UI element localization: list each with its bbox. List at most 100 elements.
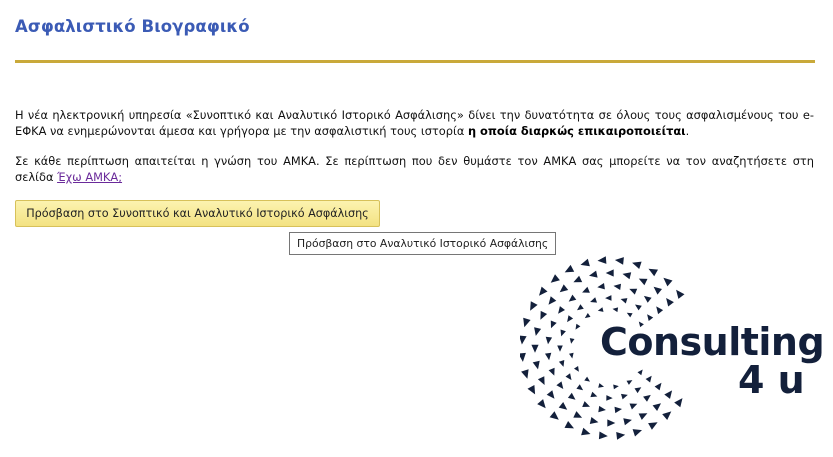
intro-bold-text: η οποία διαρκώς επικαιροποιείται xyxy=(467,124,686,138)
logo-triangle xyxy=(545,336,553,345)
logo-triangle xyxy=(632,261,642,269)
logo-triangle xyxy=(626,312,633,318)
logo-triangle xyxy=(520,335,527,345)
logo-triangle xyxy=(643,394,651,402)
intro-text: Η νέα ηλεκτρονική υπηρεσία «Συνοπτικό κα… xyxy=(15,108,814,138)
logo-triangle xyxy=(530,301,538,311)
logo-triangle xyxy=(637,369,643,376)
logo-wordmark: Consulting xyxy=(600,320,825,364)
logo-triangle xyxy=(648,422,658,430)
logo-triangle xyxy=(567,392,576,400)
logo-triangle xyxy=(598,383,604,388)
logo-triangle xyxy=(654,382,662,391)
logo-triangle xyxy=(676,289,685,299)
logo-triangle xyxy=(567,315,574,323)
logo-triangle xyxy=(582,401,590,407)
logo-triangle xyxy=(613,283,621,290)
logo-triangle xyxy=(629,403,638,410)
logo-triangle xyxy=(559,284,569,293)
logo-triangle xyxy=(540,310,548,320)
logo-triangle xyxy=(605,295,612,301)
logo-triangle xyxy=(574,366,579,372)
logo-triangle xyxy=(622,272,632,280)
logo-triangle xyxy=(531,344,539,353)
logo-triangle xyxy=(549,411,559,420)
logo-triangle xyxy=(520,352,526,362)
logo-triangle xyxy=(521,369,529,379)
logo-triangle xyxy=(674,398,683,408)
logo-triangle xyxy=(548,296,557,305)
logo-triangle xyxy=(575,323,581,330)
logo-triangle xyxy=(565,373,572,381)
logo-triangle xyxy=(597,256,607,264)
page-title: Ασφαλιστικό Βιογραφικό xyxy=(15,17,250,36)
logo-triangle xyxy=(584,376,590,382)
logo-triangle xyxy=(663,277,673,287)
logo-triangle xyxy=(550,274,560,283)
logo-triangle xyxy=(614,406,622,414)
logo-triangle xyxy=(557,345,563,352)
access-button-tooltip: Πρόσβαση στο Αναλυτικό Ιστορικό Ασφάλιση… xyxy=(289,232,557,255)
logo-triangle xyxy=(597,283,605,290)
logo-triangle xyxy=(638,413,648,420)
logo-triangle xyxy=(573,275,583,283)
logo-triangle xyxy=(523,317,531,328)
logo-triangle xyxy=(589,270,598,278)
logo-triangle xyxy=(576,384,584,391)
logo-triangle xyxy=(584,313,591,319)
logo-triangle xyxy=(621,393,628,400)
logo-triangle xyxy=(605,269,614,277)
logo-triangle xyxy=(558,306,565,314)
logo-triangle xyxy=(666,298,674,307)
logo-triangle xyxy=(527,385,536,395)
logo-triangle xyxy=(632,429,642,437)
logo-triangle xyxy=(558,360,565,367)
logo-triangle xyxy=(581,427,591,436)
logo-triangle xyxy=(537,376,545,385)
logo-triangle xyxy=(648,268,658,277)
amka-paragraph: Σε κάθε περίπτωση απαιτείται η γνώση του… xyxy=(15,153,814,185)
logo-triangle xyxy=(548,367,555,376)
logo-triangle xyxy=(662,411,672,420)
logo-triangle xyxy=(546,390,555,399)
logo-triangle xyxy=(556,381,564,389)
amka-text: Σε κάθε περίπτωση απαιτείται η γνώση του… xyxy=(15,154,814,184)
logo-triangle xyxy=(534,327,542,336)
logo-triangle xyxy=(623,418,632,426)
logo-triangle xyxy=(645,375,652,383)
logo-triangle xyxy=(656,306,664,315)
have-amka-link[interactable]: Έχω ΑΜΚΑ; xyxy=(57,170,122,184)
logo-triangle xyxy=(629,288,638,295)
logo-triangle xyxy=(589,417,599,424)
logo-triangle xyxy=(568,294,577,302)
logo-subtext: 4 u xyxy=(738,358,805,402)
logo-triangle xyxy=(590,297,597,303)
logo-triangle xyxy=(558,402,568,410)
logo-triangle xyxy=(598,405,606,413)
logo-triangle xyxy=(606,395,613,401)
logo-triangle xyxy=(573,411,583,418)
logo-triangle xyxy=(580,258,590,267)
logo-triangle xyxy=(598,431,608,440)
logo-triangle xyxy=(532,360,540,370)
logo-triangle xyxy=(577,304,584,311)
logo-triangle xyxy=(607,419,616,427)
logo-triangle xyxy=(635,304,642,311)
title-divider xyxy=(15,60,815,63)
logo-triangle xyxy=(620,298,628,304)
logo-triangle xyxy=(643,295,652,303)
logo-triangle xyxy=(560,329,566,337)
logo-triangle xyxy=(613,384,619,390)
logo-triangle xyxy=(626,380,633,385)
logo-triangle xyxy=(653,286,662,295)
logo-triangle xyxy=(564,264,575,273)
intro-period: . xyxy=(685,124,690,138)
logo-triangle xyxy=(590,391,598,398)
logo-triangle xyxy=(582,286,590,293)
logo-triangle xyxy=(550,320,557,329)
logo-triangle xyxy=(612,307,619,313)
logo-triangle xyxy=(638,278,648,286)
access-history-button[interactable]: Πρόσβαση στο Συνοπτικό και Αναλυτικό Ιστ… xyxy=(15,200,380,227)
intro-paragraph: Η νέα ηλεκτρονική υπηρεσία «Συνοπτικό κα… xyxy=(15,107,814,139)
logo-triangle xyxy=(614,257,624,265)
